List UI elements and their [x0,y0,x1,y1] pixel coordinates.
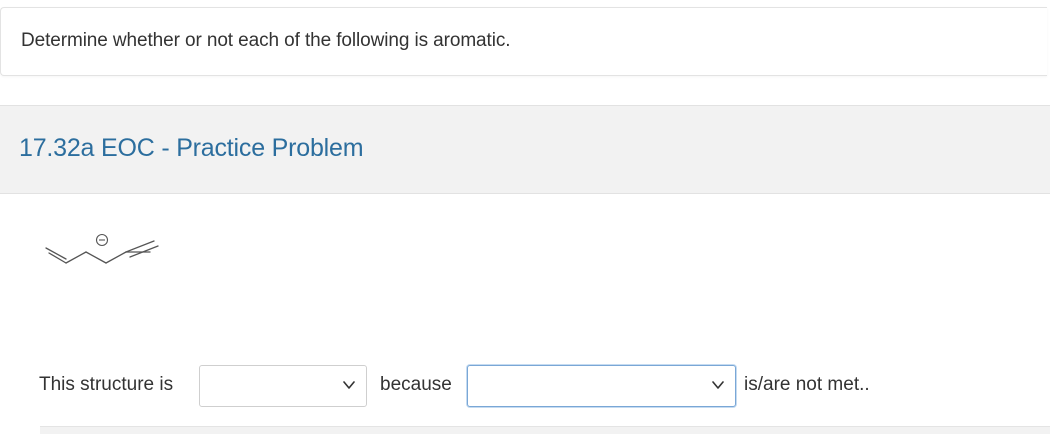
bond-line [65,251,87,264]
answer-because-label: because [380,374,452,395]
answer-suffix-label: is/are not met.. [744,374,870,395]
chevron-down-icon [343,381,355,389]
criteria-select[interactable] [467,365,736,407]
page: Determine whether or not each of the fol… [0,0,1050,434]
problem-title: 17.32a EOC - Practice Problem [19,134,364,162]
bond-line [125,240,155,253]
instruction-text: Determine whether or not each of the fol… [21,30,511,51]
bond-line [85,251,107,264]
instruction-card: Determine whether or not each of the fol… [0,7,1047,76]
charge-minus-icon [95,233,109,247]
answer-row: This structure is because is/are not met… [39,364,1039,410]
problem-header: 17.32a EOC - Practice Problem [0,105,1050,194]
bond-line [105,251,127,264]
aromatic-select[interactable] [199,365,367,407]
answer-prefix-label: This structure is [39,374,174,395]
molecule-structure [45,233,159,264]
next-section-edge [40,426,1050,434]
chevron-down-icon [712,381,724,389]
